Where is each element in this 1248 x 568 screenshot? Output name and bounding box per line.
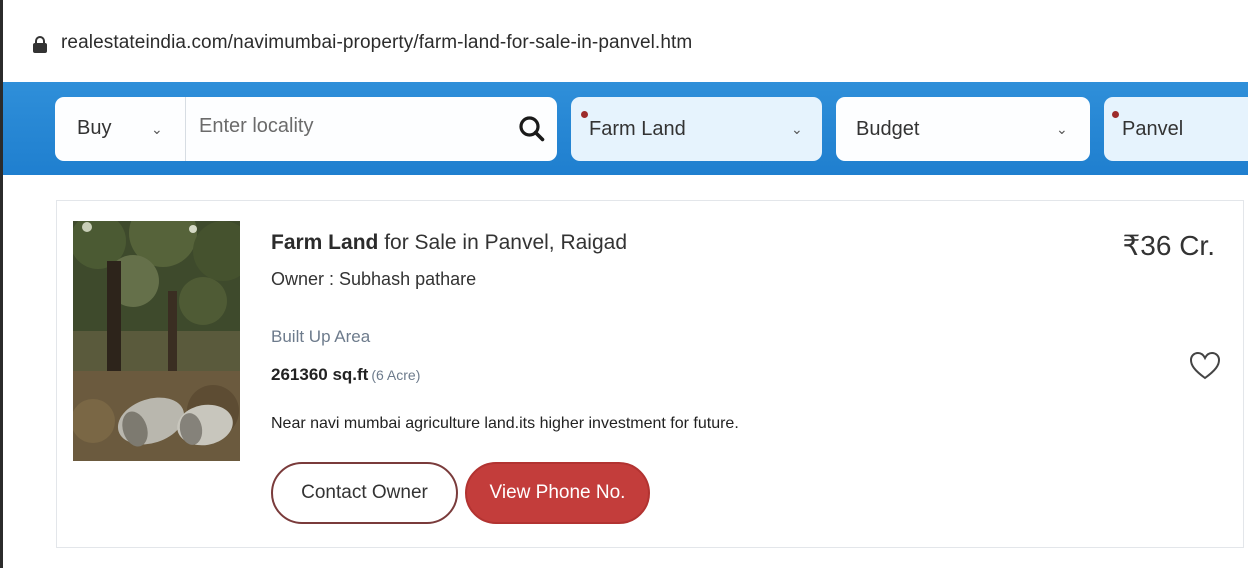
required-dot	[1112, 111, 1119, 118]
listing-title-location[interactable]: for Sale in Panvel, Raigad	[378, 231, 627, 254]
chevron-down-icon[interactable]: ⌄	[151, 121, 163, 138]
address-bar[interactable]: realestateindia.com/navimumbai-property/…	[3, 0, 1248, 82]
listing-description: Near navi mumbai agriculture land.its hi…	[271, 415, 739, 432]
url-text[interactable]: realestateindia.com/navimumbai-property/…	[61, 32, 692, 54]
property-photo[interactable]	[73, 221, 240, 461]
chevron-down-icon: ⌄	[791, 121, 803, 137]
area-acre: (6 Acre)	[371, 367, 421, 383]
heart-icon[interactable]	[1189, 351, 1221, 381]
buy-dropdown[interactable]: Buy	[77, 117, 111, 140]
search-icon[interactable]	[517, 114, 547, 144]
lock-icon	[33, 36, 47, 53]
city-dropdown[interactable]: Panvel	[1104, 97, 1248, 161]
area-value: 261360 sq.ft (6 Acre)	[271, 365, 420, 385]
locality-input[interactable]	[199, 115, 499, 138]
search-bar: Buy ⌄ Farm Land ⌄ Budget ⌄ Panvel	[3, 82, 1248, 175]
contact-owner-button[interactable]: Contact Owner	[271, 462, 458, 524]
city-value: Panvel	[1122, 118, 1184, 140]
owner-name: Owner : Subhash pathare	[271, 269, 477, 289]
required-dot	[581, 111, 588, 118]
divider	[185, 97, 186, 161]
property-type-value: Farm Land	[589, 118, 686, 140]
price: ₹36 Cr.	[1122, 230, 1215, 261]
budget-label: Budget	[856, 118, 920, 140]
property-type-dropdown[interactable]: Farm Land ⌄	[571, 97, 822, 161]
chevron-down-icon: ⌄	[1056, 121, 1068, 137]
listing-title-type[interactable]: Farm Land	[271, 231, 378, 254]
area-sqft: 261360 sq.ft	[271, 365, 369, 384]
listing-title[interactable]: Farm Land for Sale in Panvel, Raigad	[271, 231, 627, 255]
buy-locality-search-box: Buy ⌄	[55, 97, 557, 161]
browser-frame: realestateindia.com/navimumbai-property/…	[0, 0, 1248, 568]
area-label: Built Up Area	[271, 327, 371, 346]
property-listing-card[interactable]: Farm Land for Sale in Panvel, Raigad Own…	[56, 200, 1244, 548]
view-phone-button[interactable]: View Phone No.	[465, 462, 650, 524]
budget-dropdown[interactable]: Budget ⌄	[836, 97, 1090, 161]
